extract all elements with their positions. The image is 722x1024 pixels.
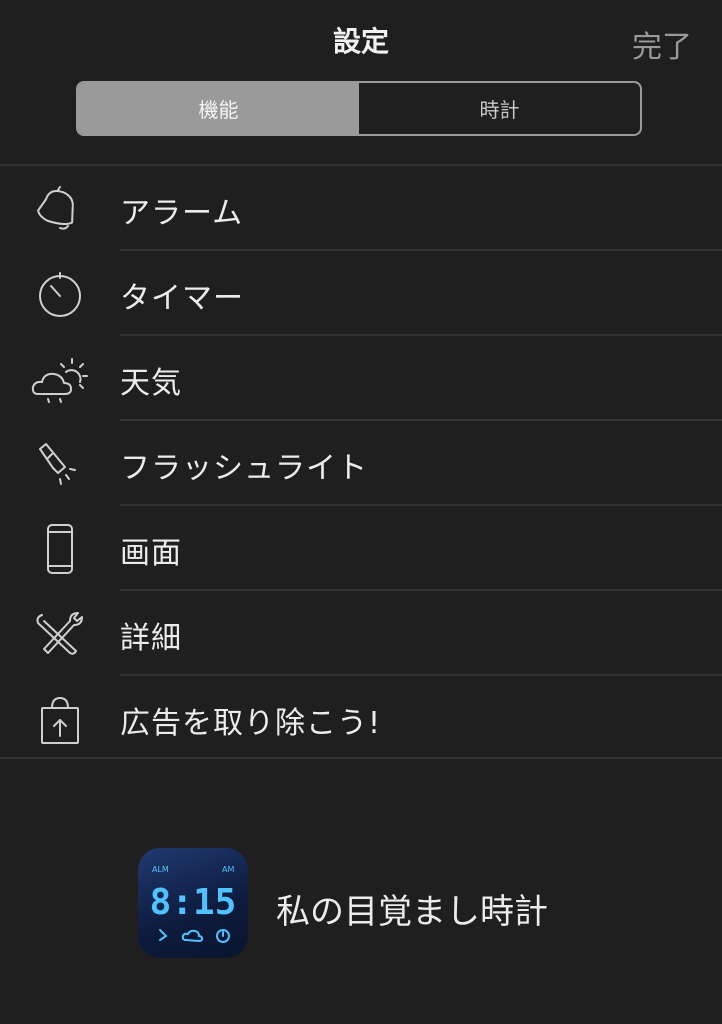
app-icon-bell-icon (159, 929, 168, 941)
menu-item-label: アラーム (120, 196, 244, 231)
menu-item-label: 広告を取り除こう! (120, 706, 382, 741)
app-icon-left-tag: ALM (152, 865, 169, 874)
menu-item-weather[interactable]: 天気 (0, 336, 722, 421)
weather-icon (30, 354, 90, 404)
timer-icon (30, 269, 90, 319)
menu-item-label: 詳細 (120, 621, 182, 656)
menu-item-label: タイマー (120, 281, 244, 316)
menu-bottom-divider (0, 757, 722, 759)
app-icon-right-tag: AM (222, 865, 234, 874)
menu-item-flashlight[interactable]: フラッシュライト (0, 421, 722, 506)
tools-icon (30, 609, 90, 659)
settings-menu: アラーム タイマー 天気 フラッシュライト 画面 詳細 広告を取り除こう! (0, 166, 722, 761)
tab-features[interactable]: 機能 (78, 83, 359, 134)
settings-screen: 設定 完了 機能 時計 アラーム タイマー 天気 フラッシュライト 画面 詳細 … (0, 0, 722, 1024)
menu-item-label: 画面 (120, 536, 182, 571)
menu-item-details[interactable]: 詳細 (0, 591, 722, 676)
menu-item-label: 天気 (120, 366, 182, 401)
flashlight-icon (30, 439, 90, 489)
menu-item-remove-ads[interactable]: 広告を取り除こう! (0, 676, 722, 761)
app-icon-weather-icon (181, 929, 204, 943)
app-icon[interactable]: ALM AM 8:15 (138, 848, 248, 958)
header: 設定 完了 機能 時計 (0, 0, 722, 166)
app-name[interactable]: 私の目覚まし時計 (276, 884, 548, 933)
tab-clock[interactable]: 時計 (359, 83, 640, 134)
page-title: 設定 (332, 25, 389, 58)
bell-icon (30, 184, 90, 234)
app-promo[interactable]: ALM AM 8:15 私の目覚まし時計 (138, 848, 598, 958)
menu-item-label: フラッシュライト (120, 451, 368, 486)
menu-item-timer[interactable]: タイマー (0, 251, 722, 336)
menu-item-screen[interactable]: 画面 (0, 506, 722, 591)
app-icon-time: 8:15 (150, 882, 237, 923)
done-button[interactable]: 完了 (632, 22, 692, 66)
menu-item-alarm[interactable]: アラーム (0, 166, 722, 251)
purchase-bag-icon (30, 694, 90, 744)
segmented-control: 機能 時計 (76, 81, 642, 136)
phone-screen-icon (30, 524, 90, 574)
